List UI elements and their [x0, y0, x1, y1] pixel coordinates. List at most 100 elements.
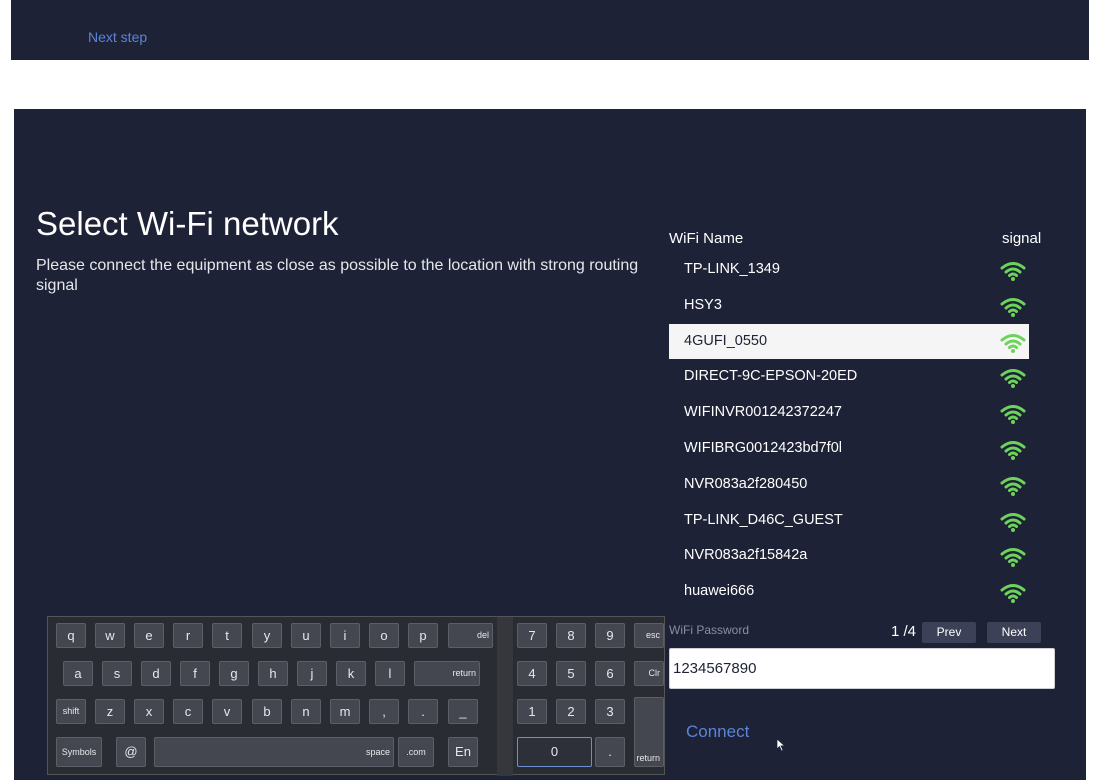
escape-key[interactable]: esc: [634, 623, 664, 648]
next-step-button[interactable]: Next step: [88, 29, 147, 45]
key-0[interactable]: 0: [517, 737, 592, 767]
language-key[interactable]: En: [448, 737, 478, 767]
symbols-key[interactable]: Symbols: [56, 737, 102, 767]
key-8[interactable]: 8: [556, 623, 586, 648]
key-label: j: [310, 666, 314, 681]
shift-key[interactable]: shift: [56, 699, 86, 724]
wifi-network-row[interactable]: huawei666: [669, 574, 1029, 610]
key-6[interactable]: 6: [595, 661, 625, 686]
key-label: 4: [528, 666, 536, 681]
key-label: q: [67, 628, 75, 643]
wifi-network-name: 4GUFI_0550: [684, 332, 768, 349]
wifi-signal-icon: [1000, 262, 1026, 281]
key-label: p: [419, 628, 427, 643]
password-input[interactable]: 1234567890: [669, 648, 1055, 689]
prev-page-button[interactable]: Prev: [922, 622, 976, 643]
underscore-key[interactable]: _: [448, 699, 478, 724]
key-s[interactable]: s: [102, 661, 132, 686]
key-b[interactable]: b: [252, 699, 282, 724]
wifi-signal-icon: [1000, 548, 1026, 568]
key-q[interactable]: q: [56, 623, 86, 648]
key-4[interactable]: 4: [517, 661, 547, 686]
key-label: n: [302, 704, 310, 719]
key-label: 9: [606, 628, 614, 643]
wifi-network-row[interactable]: NVR083a2f15842a: [669, 538, 1029, 574]
space-key[interactable]: space: [154, 737, 394, 767]
key-label: Symbols: [61, 747, 97, 757]
key-label: c: [184, 704, 192, 719]
wifi-signal-icon: [1000, 405, 1026, 425]
key-j[interactable]: j: [297, 661, 327, 686]
key-label: del: [476, 630, 489, 640]
at-key[interactable]: @: [116, 737, 146, 767]
key-2[interactable]: 2: [556, 699, 586, 724]
key-label: ,: [382, 704, 386, 719]
wifi-network-row[interactable]: TP-LINK_1349: [669, 252, 1029, 288]
comma-key[interactable]: ,: [369, 699, 399, 724]
key-g[interactable]: g: [219, 661, 249, 686]
wifi-network-row[interactable]: TP-LINK_D46C_GUEST: [669, 503, 1029, 539]
key-h[interactable]: h: [258, 661, 288, 686]
key-label: i: [343, 628, 347, 643]
key-o[interactable]: o: [369, 623, 399, 648]
wifi-network-name: NVR083a2f15842a: [684, 547, 808, 564]
period-key[interactable]: .: [595, 737, 625, 767]
signal-header: signal: [1002, 230, 1042, 247]
connect-button[interactable]: Connect: [686, 722, 749, 742]
key-label: .com: [406, 747, 426, 757]
wifi-network-row[interactable]: HSY3: [669, 288, 1029, 324]
wifi-network-row[interactable]: 4GUFI_0550: [669, 323, 1029, 360]
key-9[interactable]: 9: [595, 623, 625, 648]
key-x[interactable]: x: [134, 699, 164, 724]
key-label: return: [452, 668, 476, 678]
key-label: o: [380, 628, 388, 643]
key-m[interactable]: m: [330, 699, 360, 724]
clear-key[interactable]: Clr: [634, 661, 664, 686]
key-7[interactable]: 7: [517, 623, 547, 648]
next-page-button[interactable]: Next: [987, 622, 1041, 643]
key-5[interactable]: 5: [556, 661, 586, 686]
key-label: h: [269, 666, 277, 681]
wifi-network-row[interactable]: NVR083a2f280450: [669, 467, 1029, 503]
wifi-network-row[interactable]: DIRECT-9C-EPSON-20ED: [669, 359, 1029, 395]
wifi-network-row[interactable]: WIFIBRG0012423bd7f0l: [669, 431, 1029, 467]
dot-com-key[interactable]: .com: [398, 737, 434, 767]
key-c[interactable]: c: [173, 699, 203, 724]
wifi-signal-icon: [1000, 512, 1026, 532]
return-key[interactable]: return: [414, 661, 480, 686]
key-e[interactable]: e: [134, 623, 164, 648]
key-a[interactable]: a: [63, 661, 93, 686]
key-u[interactable]: u: [291, 623, 321, 648]
key-label: l: [388, 666, 392, 681]
wifi-network-row[interactable]: WIFINVR001242372247: [669, 395, 1029, 431]
key-label: 5: [567, 666, 575, 681]
key-z[interactable]: z: [95, 699, 125, 724]
key-k[interactable]: k: [336, 661, 366, 686]
key-p[interactable]: p: [408, 623, 438, 648]
key-r[interactable]: r: [173, 623, 203, 648]
key-v[interactable]: v: [212, 699, 242, 724]
key-label: d: [152, 666, 160, 681]
key-l[interactable]: l: [375, 661, 405, 686]
key-label: return: [636, 753, 660, 763]
key-i[interactable]: i: [330, 623, 360, 648]
delete-key[interactable]: del: [448, 623, 493, 648]
wifi-network-name: HSY3: [684, 296, 722, 313]
key-1[interactable]: 1: [517, 699, 547, 724]
key-f[interactable]: f: [180, 661, 210, 686]
key-y[interactable]: y: [252, 623, 282, 648]
period-key[interactable]: .: [408, 699, 438, 724]
key-label: s: [113, 666, 121, 681]
return-key[interactable]: return: [634, 697, 664, 767]
key-n[interactable]: n: [291, 699, 321, 724]
key-w[interactable]: w: [95, 623, 125, 648]
key-label: r: [185, 628, 191, 643]
key-3[interactable]: 3: [595, 699, 625, 724]
wifi-signal-icon: [1000, 584, 1026, 604]
on-screen-keyboard: q w e r t y u i o p del 7 8 9 esc a s d f g h j k l return 4 5 6 Clr…: [47, 616, 665, 776]
key-label: z: [106, 704, 114, 719]
key-t[interactable]: t: [212, 623, 242, 648]
key-d[interactable]: d: [141, 661, 171, 686]
key-label: .: [421, 704, 425, 719]
key-label: space: [365, 747, 390, 757]
